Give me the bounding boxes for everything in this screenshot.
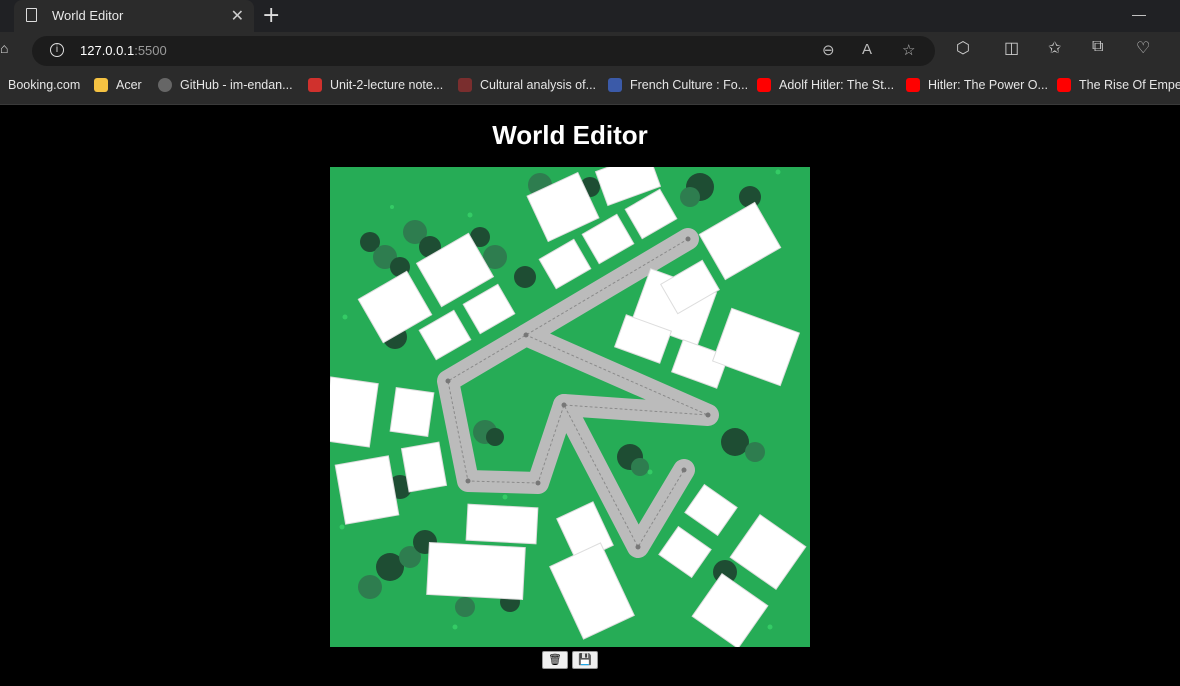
browser-tab[interactable]: World Editor ✕ [14,0,254,32]
building[interactable] [465,503,539,545]
bookmark-label: Unit-2-lecture note... [330,78,444,92]
bookmark-unit2[interactable]: Unit-2-lecture note... [308,78,443,92]
building[interactable] [400,441,448,493]
bookmark-label: Hitler: The Power O... [928,78,1048,92]
bookmark-youtube-1[interactable]: Adolf Hitler: The St... [757,78,894,92]
zoom-icon[interactable]: ⊖ [822,41,835,59]
bookmark-cultural[interactable]: Cultural analysis of... [458,78,596,92]
favorites-icon[interactable]: ✩ [1048,38,1061,58]
close-tab-icon[interactable]: ✕ [231,6,244,26]
new-tab-icon[interactable]: + [262,3,280,28]
split-screen-icon[interactable]: ◫ [1004,38,1019,58]
url-host: 127.0.0.1 [80,43,135,58]
building[interactable] [330,376,379,448]
home-icon[interactable]: ⌂ [0,40,12,56]
bookmark-label: French Culture : Fo... [630,78,749,92]
bookmark-label: Booking.com [8,78,81,92]
bookmark-label: Cultural analysis of... [480,78,597,92]
bookmark-booking[interactable]: Booking.com [8,78,80,92]
chart-icon [458,78,472,92]
world-canvas[interactable] [330,167,810,647]
youtube-icon [906,78,920,92]
bookmark-youtube-2[interactable]: Hitler: The Power O... [906,78,1048,92]
site-icon [608,78,622,92]
building[interactable] [389,387,435,437]
address-row: ⌂ i 127.0.0.1:5500 ⊖ A ☆ ⬡ ◫ ✩ ⧉ ♡ [0,32,1180,68]
bookmark-youtube-3[interactable]: The Rise Of Empere [1057,78,1180,92]
tab-title: World Editor [52,8,124,23]
collections-icon[interactable]: ⧉ [1092,38,1103,56]
youtube-icon [757,78,771,92]
bookmark-label: Adolf Hitler: The St... [779,78,895,92]
minimize-icon[interactable]: — [1132,6,1146,22]
url-text[interactable]: 127.0.0.1:5500 [80,43,167,58]
browser-tab-strip: World Editor ✕ + — [0,0,1180,32]
extensions-icon[interactable]: ⬡ [956,38,970,58]
save-button[interactable]: 💾 [572,651,598,669]
bookmark-label: GitHub - im-endan... [180,78,293,92]
bookmark-acer[interactable]: Acer [94,78,142,92]
bookmark-github[interactable]: GitHub - im-endan... [158,78,293,92]
save-icon: 💾 [578,654,592,666]
world-controls: 🗑 💾 [542,651,598,669]
github-icon [158,78,172,92]
favorite-star-icon[interactable]: ☆ [902,41,915,59]
building[interactable] [426,541,526,601]
site-info-icon[interactable]: i [50,43,64,57]
url-port: :5500 [134,43,167,58]
bookmark-label: The Rise Of Empere [1079,78,1180,92]
youtube-icon [1057,78,1071,92]
address-bar[interactable]: i 127.0.0.1:5500 ⊖ A ☆ [32,36,935,66]
read-aloud-icon[interactable]: A [862,41,872,58]
page-title: World Editor [492,120,648,150]
building[interactable] [334,455,400,525]
performance-icon[interactable]: ♡ [1136,38,1150,58]
pdf-icon [308,78,322,92]
folder-icon [94,78,108,92]
bookmark-label: Acer [116,78,142,92]
bookmarks-bar: Booking.com Acer GitHub - im-endan... Un… [0,68,1180,105]
page-content: World Editor 🗑 💾 [0,105,1180,686]
bookmark-french[interactable]: French Culture : Fo... [608,78,748,92]
dispose-button[interactable]: 🗑 [542,651,568,669]
trash-icon: 🗑 [548,654,562,666]
document-icon [26,8,37,22]
